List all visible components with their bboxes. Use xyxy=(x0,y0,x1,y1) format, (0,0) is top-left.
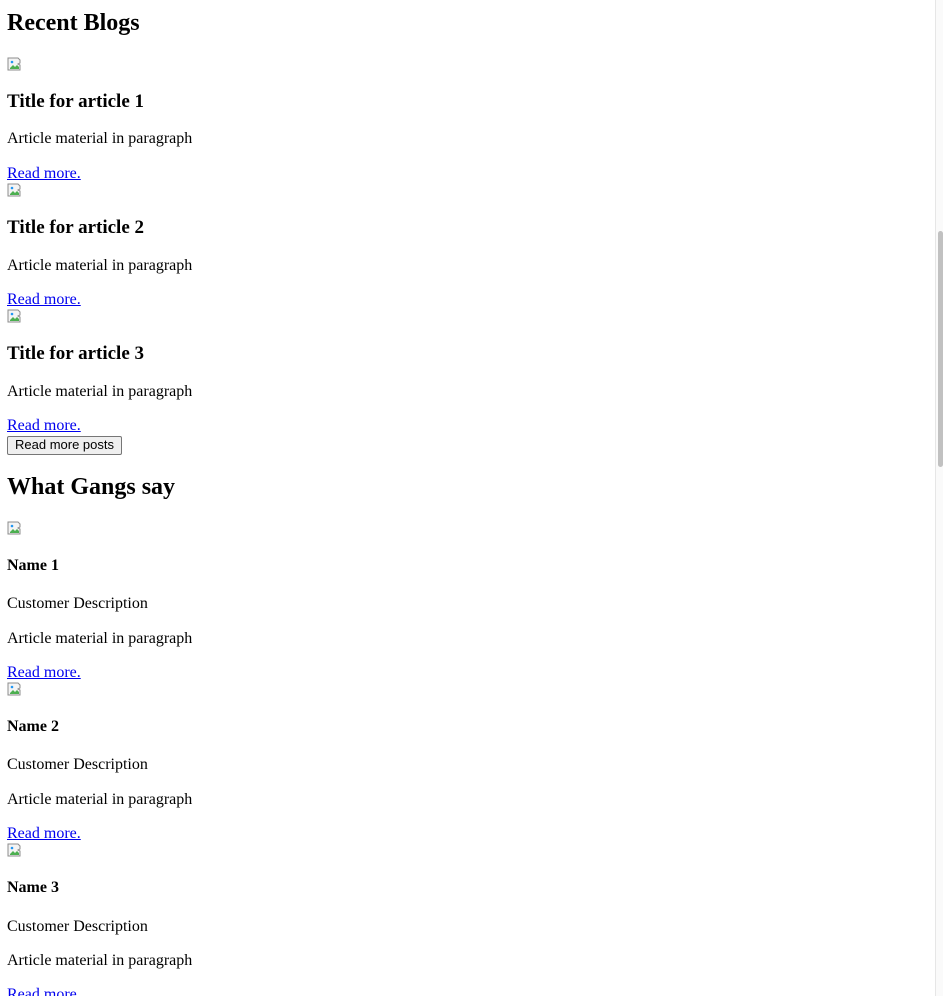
testimonial-body: Article material in paragraph xyxy=(7,790,193,808)
read-more-link[interactable]: Read more. xyxy=(7,825,81,842)
testimonials-section: What Gangs say Name 1 Customer Descripti… xyxy=(7,474,927,996)
customer-name: Name 3 xyxy=(7,879,59,897)
blog-body: Article material in paragraph xyxy=(7,382,193,400)
testimonials-heading: What Gangs say xyxy=(7,474,176,501)
recent-blogs-section: Recent Blogs Title for article 1 Article… xyxy=(7,10,927,456)
blog-body: Article material in paragraph xyxy=(7,256,193,274)
broken-image-icon xyxy=(7,183,23,199)
customer-name: Name 1 xyxy=(7,556,59,574)
vertical-scrollbar[interactable] xyxy=(935,0,943,996)
broken-image-icon xyxy=(7,843,23,859)
blog-card: Title for article 2 Article material in … xyxy=(7,183,927,309)
read-more-posts-button[interactable]: Read more posts xyxy=(7,436,122,456)
blog-body: Article material in paragraph xyxy=(7,130,193,148)
blog-card: Title for article 3 Article material in … xyxy=(7,309,927,435)
blog-title: Title for article 1 xyxy=(7,90,144,112)
read-more-link[interactable]: Read more. xyxy=(7,664,81,681)
scrollbar-thumb[interactable] xyxy=(938,231,943,467)
broken-image-icon xyxy=(7,309,23,325)
customer-name: Name 2 xyxy=(7,718,59,735)
testimonial-card: Name 2 Customer Description Article mate… xyxy=(7,682,927,843)
blog-card: Title for article 1 Article material in … xyxy=(7,57,927,183)
blog-title: Title for article 3 xyxy=(7,343,144,365)
testimonial-card: Name 3 Customer Description Article mate… xyxy=(7,843,927,996)
read-more-link[interactable]: Read more. xyxy=(7,986,81,996)
testimonial-body: Article material in paragraph xyxy=(7,951,193,969)
customer-description: Customer Description xyxy=(7,756,148,774)
broken-image-icon xyxy=(7,57,23,73)
recent-blogs-heading: Recent Blogs xyxy=(7,10,140,36)
read-more-link[interactable]: Read more. xyxy=(7,417,81,434)
page-content: Recent Blogs Title for article 1 Article… xyxy=(7,0,927,996)
testimonial-card: Name 1 Customer Description Article mate… xyxy=(7,521,927,682)
blog-title: Title for article 2 xyxy=(7,216,144,238)
customer-description: Customer Description xyxy=(7,595,148,613)
testimonial-body: Article material in paragraph xyxy=(7,629,193,647)
broken-image-icon xyxy=(7,682,23,698)
broken-image-icon xyxy=(7,521,23,537)
read-more-link[interactable]: Read more. xyxy=(7,291,81,308)
read-more-link[interactable]: Read more. xyxy=(7,165,81,182)
customer-description: Customer Description xyxy=(7,917,148,935)
